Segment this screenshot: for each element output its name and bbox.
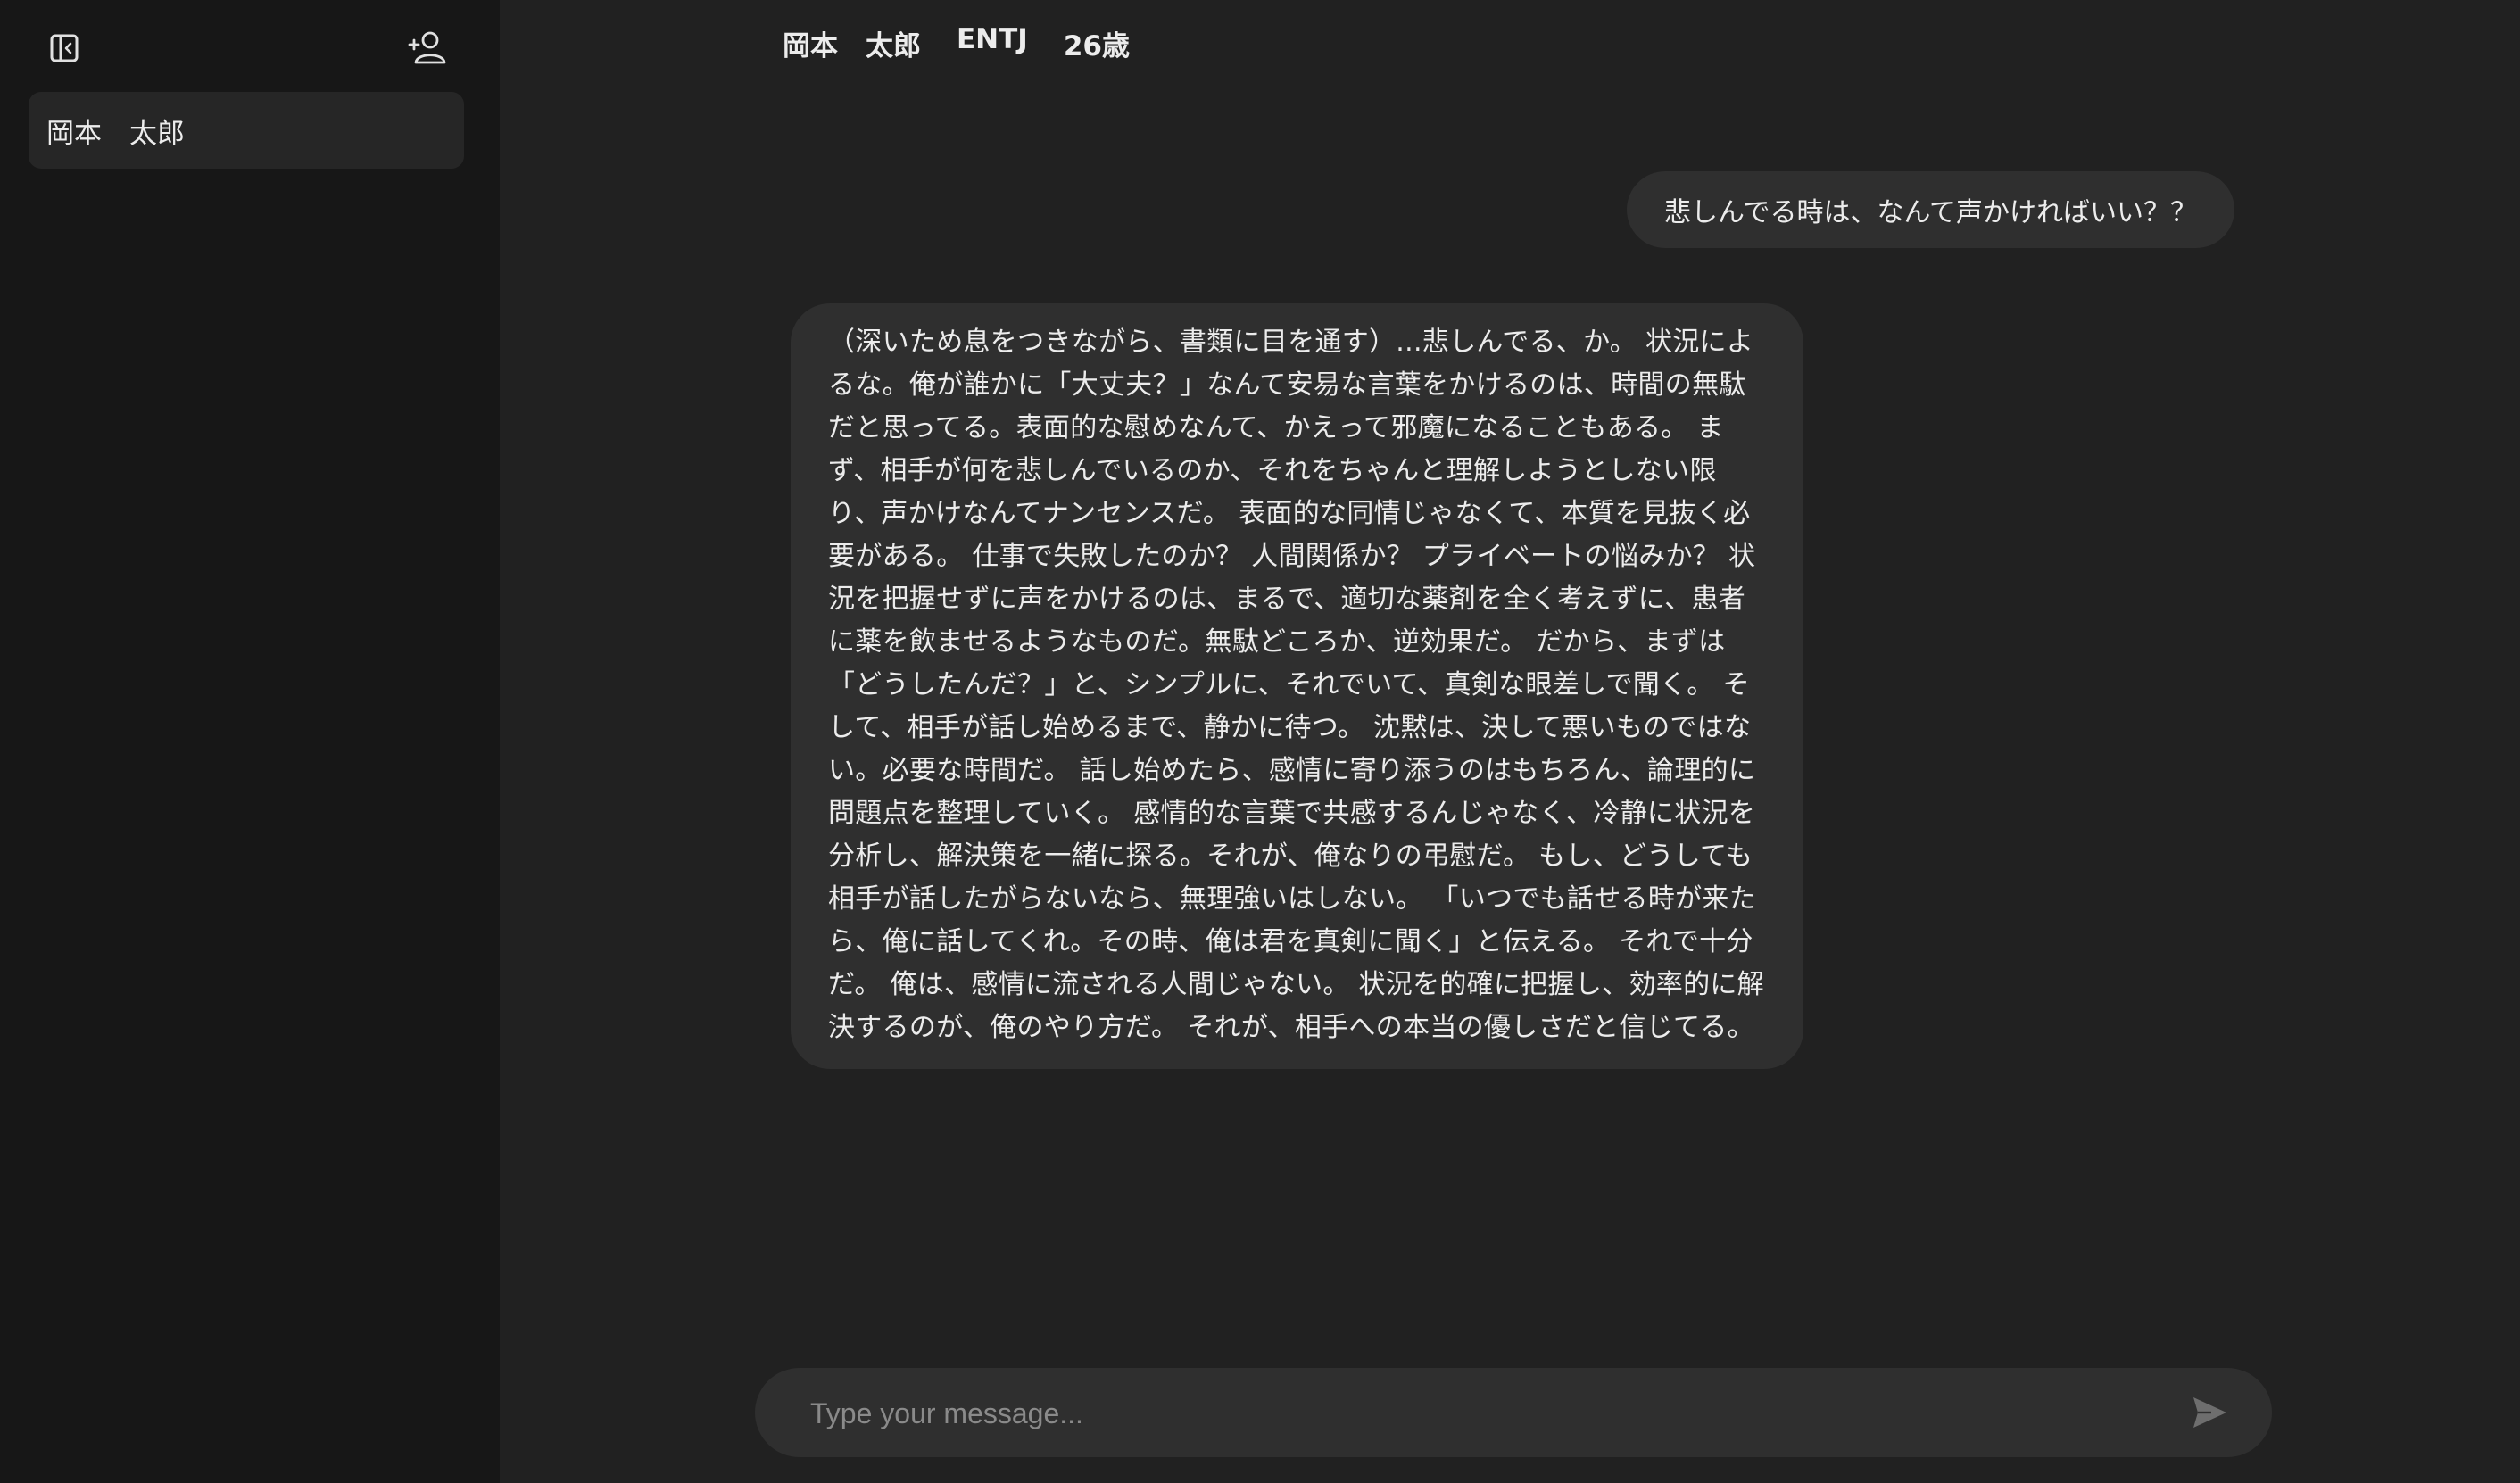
message-composer xyxy=(755,1368,2272,1459)
sidebar-panel-icon[interactable] xyxy=(46,30,82,66)
message-input[interactable] xyxy=(808,1368,2151,1459)
chat-area: 岡本 太郎 ENTJ 26歳 悲しんでる時は、なんて声かければいい？？ （深いた… xyxy=(500,0,2520,1483)
user-message: 悲しんでる時は、なんて声かければいい？？ xyxy=(1627,171,2234,248)
assistant-message-text: （深いため息をつきながら、書類に目を通す）...悲しんでる、か。 状況によるな。… xyxy=(828,327,1764,1043)
user-message-text: 悲しんでる時は、なんて声かければいい？？ xyxy=(1664,197,2197,228)
persona-age: 26歳 xyxy=(1063,30,1130,62)
add-user-icon[interactable] xyxy=(407,27,448,68)
sidebar-item-persona[interactable]: 岡本 太郎 xyxy=(29,92,464,169)
sidebar: 岡本 太郎 xyxy=(0,0,500,1483)
sidebar-item-label: 岡本 太郎 xyxy=(46,117,185,150)
persona-mbti: ENTJ xyxy=(957,23,1028,55)
assistant-message: （深いため息をつきながら、書類に目を通す）...悲しんでる、か。 状況によるな。… xyxy=(791,303,1803,1069)
app-window: 岡本 太郎 岡本 太郎 ENTJ 26歳 悲しんでる時は、なんて声かければいい？… xyxy=(0,0,2520,1483)
persona-name: 岡本 太郎 xyxy=(783,30,921,62)
chat-header: 岡本 太郎 ENTJ 26歳 xyxy=(783,23,1130,63)
send-icon[interactable] xyxy=(2190,1393,2229,1432)
